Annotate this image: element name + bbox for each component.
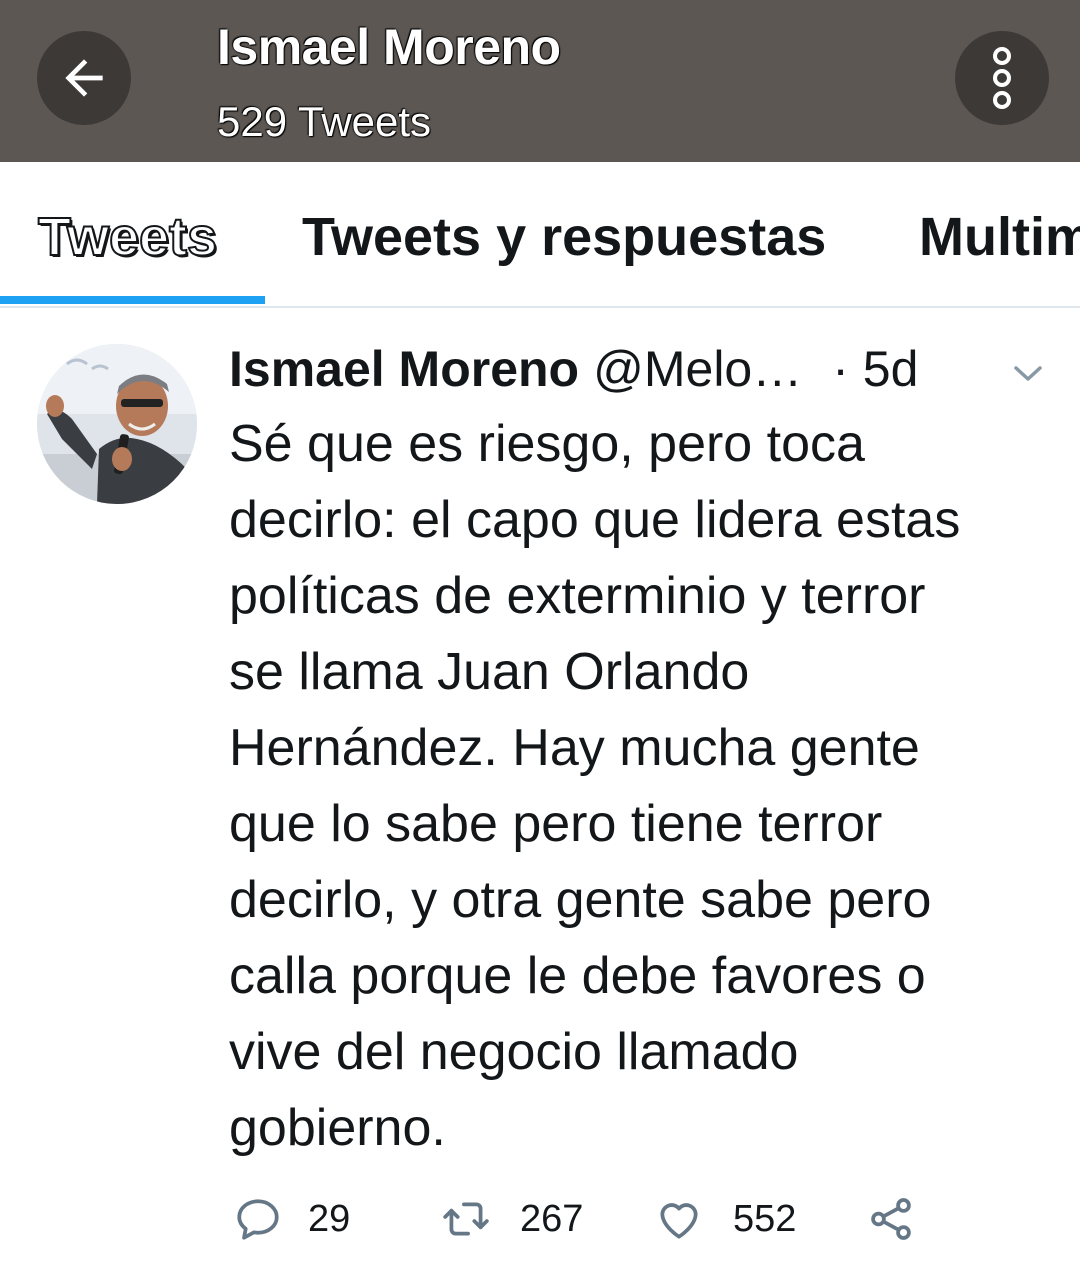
profile-header: Ismael Moreno 529 Tweets [0,0,1080,162]
avatar-photo [37,344,197,504]
active-tab-indicator [0,296,265,304]
tweet-author-handle[interactable]: @Melo… [593,340,802,398]
arrow-left-icon [65,59,103,97]
back-button[interactable] [37,31,131,125]
reply-icon[interactable] [233,1194,283,1244]
more-vertical-icon [993,47,1011,109]
tweet-count: 529 Tweets [217,98,432,145]
tweet-header: Ismael Moreno @Melo… · 5d [229,340,918,400]
profile-title: Ismael Moreno [217,19,561,75]
share-icon[interactable] [866,1194,916,1244]
tweet-timestamp[interactable]: · 5d [832,340,918,398]
tab-tweets[interactable]: Tweets [37,206,218,268]
chevron-down-icon[interactable] [1010,358,1046,388]
retweet-count: 267 [520,1198,584,1240]
like-count: 552 [733,1198,797,1240]
tab-media[interactable]: Multim [919,206,1080,268]
tab-tweets-and-replies[interactable]: Tweets y respuestas [302,206,826,268]
more-options-button[interactable] [955,31,1049,125]
tweet-actions: 29 267 552 [0,1190,1080,1250]
tweet-author-name[interactable]: Ismael Moreno [229,340,579,398]
reply-count: 29 [308,1198,351,1240]
heart-icon[interactable] [654,1194,704,1244]
retweet-icon[interactable] [441,1194,491,1244]
avatar[interactable] [37,344,197,504]
tweet-text: Sé que es riesgo, pero toca decirlo: el … [229,415,961,1157]
profile-tabs: Tweets Tweets y respuestas Multim [0,162,1080,308]
